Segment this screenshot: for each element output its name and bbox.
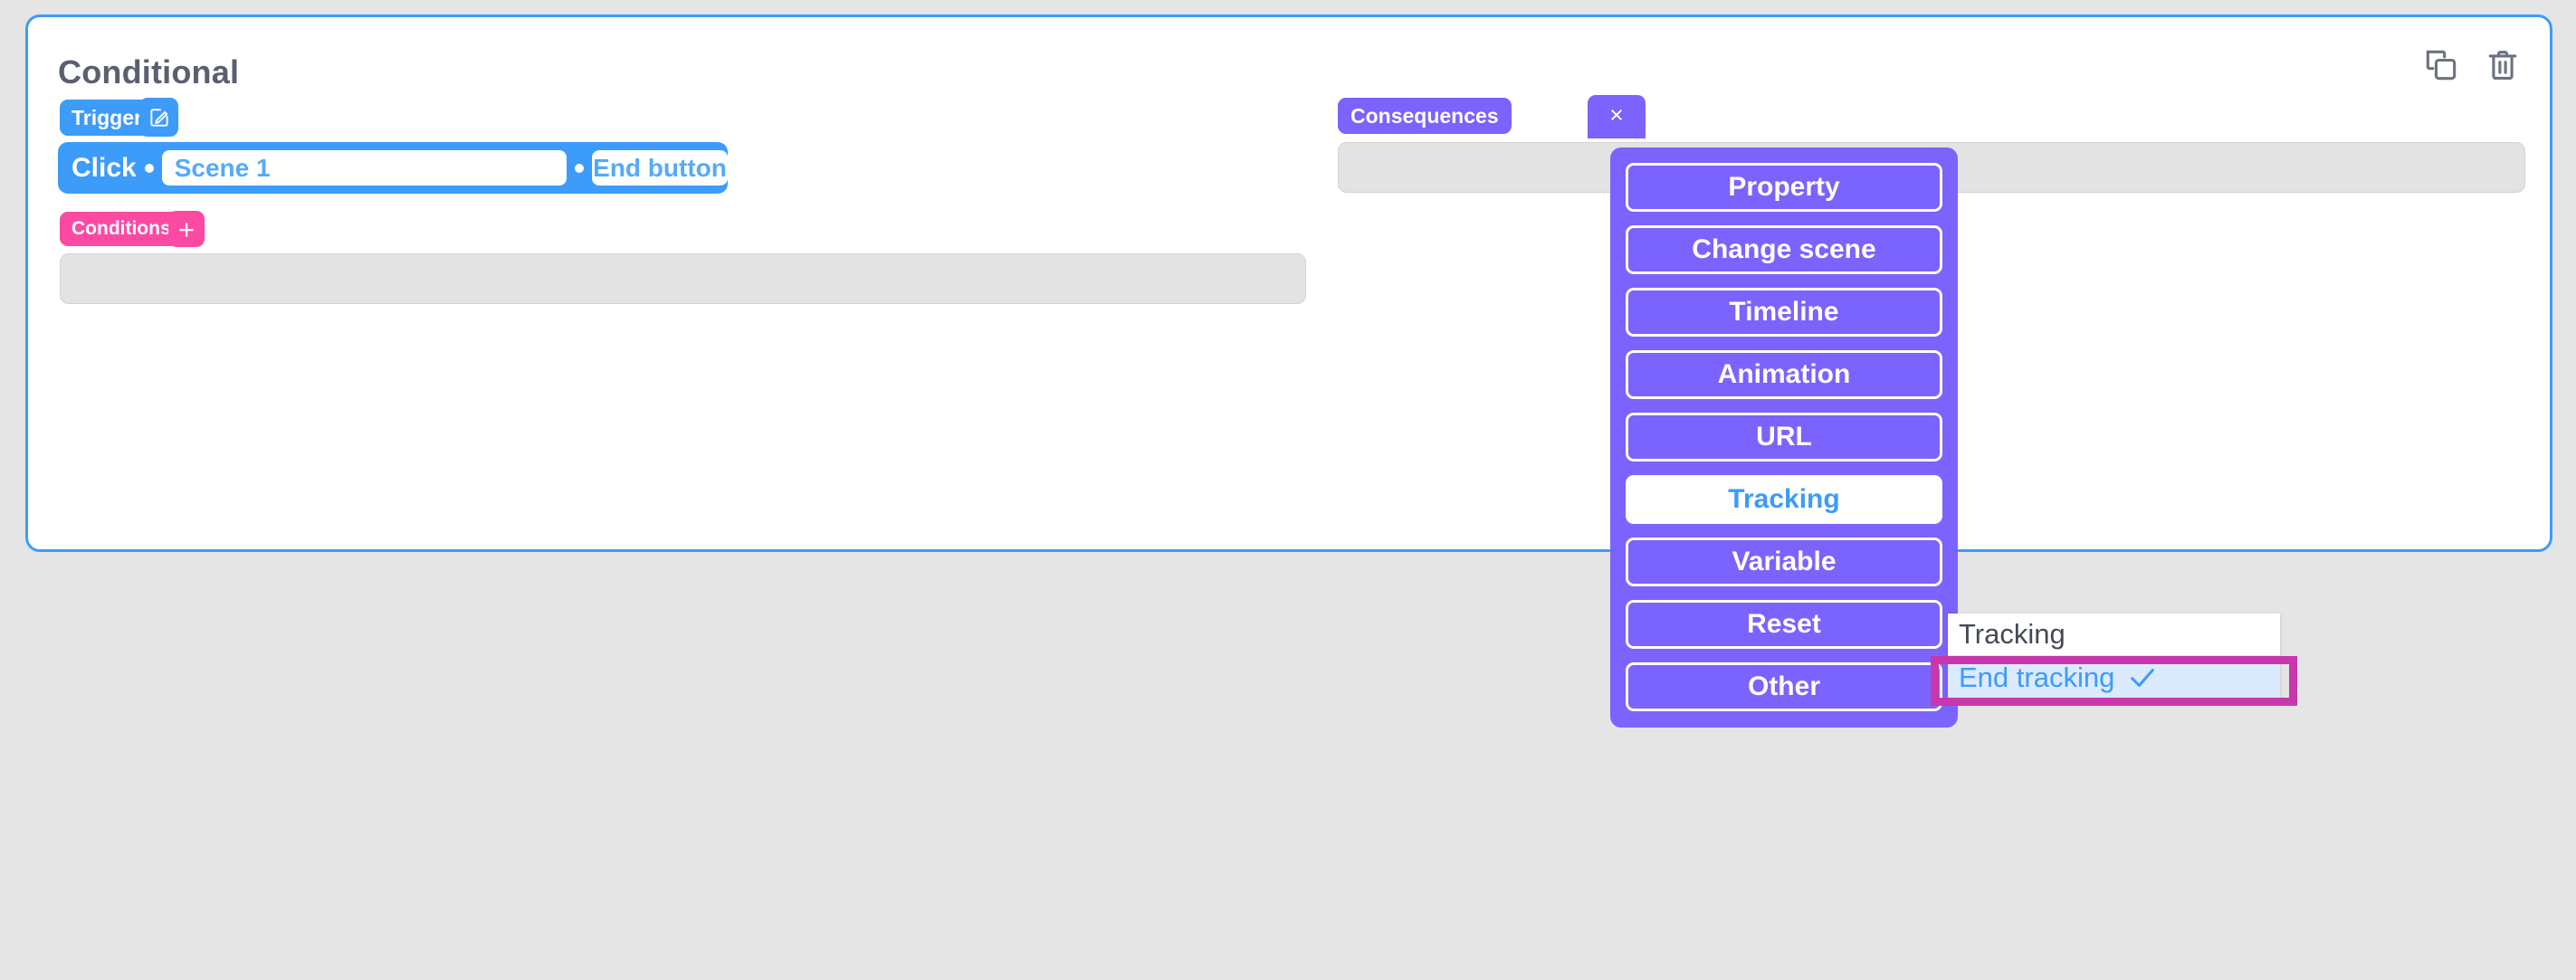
- trigger-target-field[interactable]: Scene 1: [161, 150, 567, 186]
- conditions-panel[interactable]: [60, 253, 1306, 304]
- trigger-bar: Click Scene 1 End button: [58, 142, 728, 194]
- close-icon[interactable]: ×: [1588, 95, 1646, 138]
- edit-square-icon[interactable]: [139, 98, 178, 137]
- trigger-separator-dot-2: [575, 163, 584, 173]
- duplicate-icon[interactable]: [2421, 44, 2461, 86]
- trigger-element-field[interactable]: End button: [592, 150, 728, 186]
- conditions-badge: Conditions: [60, 212, 183, 246]
- card-header-actions: [2421, 44, 2523, 86]
- trigger-event-label: Click: [72, 152, 137, 183]
- consequence-type-item-url[interactable]: URL: [1626, 413, 1942, 461]
- check-icon: [2127, 662, 2158, 693]
- add-condition-button[interactable]: +: [168, 211, 205, 247]
- consequence-type-menu: Property Change scene Timeline Animation URL…: [1610, 147, 1958, 728]
- submenu-item-end-tracking[interactable]: End tracking: [1948, 655, 2280, 700]
- submenu-item-label: End tracking: [1959, 661, 2115, 693]
- trigger-separator-dot: [144, 163, 154, 173]
- consequence-type-item-other[interactable]: Other: [1626, 662, 1942, 711]
- consequence-type-item-animation[interactable]: Animation: [1626, 350, 1942, 399]
- consequence-type-item-timeline[interactable]: Timeline: [1626, 288, 1942, 337]
- consequence-type-item-change-scene[interactable]: Change scene: [1626, 225, 1942, 274]
- consequences-badge: Consequences: [1338, 98, 1512, 134]
- page-title: Conditional: [58, 53, 240, 90]
- tracking-submenu: Tracking End tracking: [1948, 614, 2280, 700]
- conditional-card: Conditional Trigger Click Scene 1 End bu…: [25, 14, 2552, 552]
- consequence-type-item-variable[interactable]: Variable: [1626, 538, 1942, 586]
- consequence-type-item-reset[interactable]: Reset: [1626, 600, 1942, 649]
- submenu-header: Tracking: [1959, 618, 2066, 650]
- consequence-type-item-tracking[interactable]: Tracking: [1626, 475, 1942, 524]
- consequence-type-item-property[interactable]: Property: [1626, 163, 1942, 212]
- trash-icon[interactable]: [2483, 44, 2523, 86]
